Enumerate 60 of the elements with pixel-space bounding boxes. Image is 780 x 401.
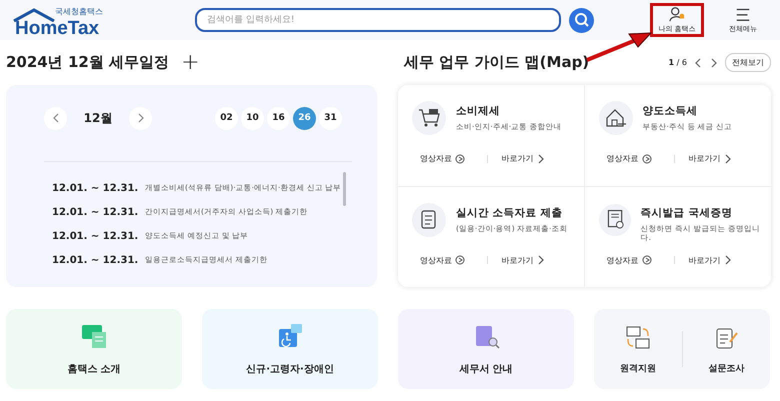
video-link[interactable]: 영상자료 [412, 254, 487, 266]
logo-tagline: 국세청홈택스 [55, 6, 103, 17]
shortcut-card[interactable]: 세무서 안내 [398, 309, 574, 389]
shortcut-card[interactable]: 신규·고령자·장애인 [202, 309, 378, 389]
event-period: 12.01. ~ 12.31. [52, 182, 140, 194]
add-button[interactable]: + [181, 52, 200, 74]
video-link[interactable]: 영상자료 [598, 153, 674, 164]
remote-icon [624, 324, 652, 352]
date-chip[interactable]: 02 [215, 106, 238, 130]
house-roof-icon [12, 8, 56, 22]
chevron-right-icon [724, 255, 732, 265]
search-field[interactable]: 검색어를 입력하세요! [195, 8, 561, 32]
section-title: 2024년 12월 세무일정 [6, 53, 170, 72]
chevron-right-icon [136, 113, 144, 123]
play-icon [642, 154, 652, 164]
cart-icon [412, 101, 446, 135]
date-chip[interactable]: 10 [241, 106, 264, 130]
chevron-right-icon [724, 154, 732, 164]
date-chip[interactable]: 16 [267, 106, 290, 130]
event-period: 12.01. ~ 12.31. [52, 254, 140, 266]
event-period: 12.01. ~ 12.31. [52, 206, 140, 218]
previous-page-icon [693, 58, 703, 68]
play-icon [642, 255, 652, 265]
date-chip[interactable]: 31 [319, 106, 342, 130]
month-label: 12월 [82, 110, 114, 126]
card-title: 즉시발급 국세증명 [640, 206, 734, 220]
house-icon [598, 101, 632, 135]
chevron-left-icon [52, 113, 60, 123]
shortcut-card[interactable]: 홈택스 소개 [6, 309, 182, 389]
clipboard-icon [412, 202, 446, 236]
video-link[interactable]: 영상자료 [412, 153, 487, 164]
shortcut-link[interactable]: 원격지원 [594, 324, 682, 374]
shortcut-link[interactable]: 바로가기 [502, 153, 576, 164]
video-link[interactable]: 영상자료 [598, 254, 674, 266]
tax-icon [80, 322, 108, 350]
scrollbar-thumb[interactable] [343, 172, 346, 206]
shortcut-link[interactable]: 설문조사 [682, 324, 770, 374]
card-title: 실시간 소득자료 제출 [456, 206, 564, 220]
chevron-right-icon [536, 255, 545, 265]
page-counter: 1 / 6 [668, 58, 687, 67]
previous-month-button[interactable] [44, 106, 67, 130]
chevron-right-icon [536, 154, 545, 164]
view-all-button[interactable]: 전체보기 [725, 53, 771, 72]
card-title: 양도소득세 [642, 104, 698, 118]
certificate-icon [598, 202, 631, 236]
accessible-icon [276, 322, 304, 350]
user-bell-icon [667, 6, 687, 22]
shortcut-link[interactable]: 바로가기 [502, 254, 576, 266]
section-title: 세무 업무 가이드 맵(Map) [404, 53, 590, 72]
play-icon [455, 154, 465, 164]
card-title: 소비제세 [456, 104, 501, 118]
search-icon [574, 12, 590, 28]
shortcut-link[interactable]: 바로가기 [688, 153, 764, 164]
event-period: 12.01. ~ 12.31. [52, 230, 140, 242]
logo[interactable]: HomeTax [15, 18, 100, 40]
next-page-icon [709, 58, 719, 68]
shortcut-link[interactable]: 바로가기 [688, 254, 764, 266]
search-button[interactable] [569, 8, 594, 32]
next-month-button[interactable] [129, 106, 152, 130]
play-icon [455, 255, 465, 265]
